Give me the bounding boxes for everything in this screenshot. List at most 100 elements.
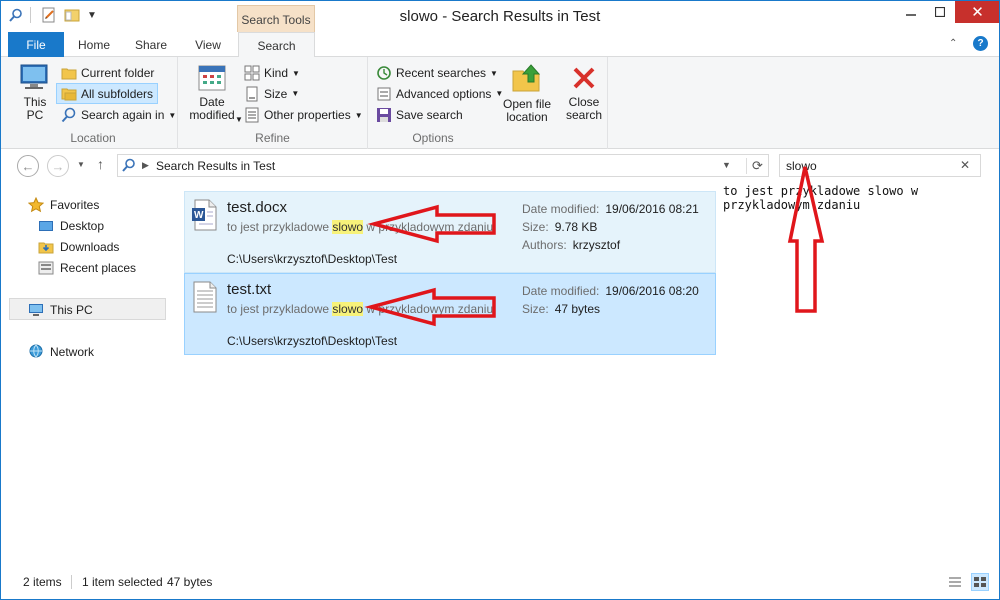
open-file-location-label: Open file location <box>502 97 552 124</box>
kind-button[interactable]: Kind ▼ <box>244 63 300 83</box>
close-search-button[interactable]: Close search <box>562 63 606 122</box>
nav-item-recent-places[interactable]: Recent places <box>38 260 136 276</box>
tab-search[interactable]: Search <box>238 32 315 58</box>
search-box[interactable]: slowo ✕ <box>779 154 981 177</box>
file-name[interactable]: test.docx <box>227 199 287 216</box>
explorer-window: ▼ Search Tools slowo - Search Results in… <box>0 0 1000 600</box>
dropdown-arrow-icon: ▼ <box>490 68 498 78</box>
file-name[interactable]: test.txt <box>227 281 271 298</box>
size-label: Size <box>264 86 288 101</box>
dropdown-arrow-icon: ▼ <box>291 89 300 98</box>
other-properties-button[interactable]: Other properties ▼ <box>244 105 363 125</box>
list-item[interactable]: W test.docx to jest przykladowe slowo w … <box>184 191 716 273</box>
size-button[interactable]: Size ▼ <box>244 83 299 104</box>
meta-value: 19/06/2016 08:21 <box>605 202 699 216</box>
snippet-highlight: slowo <box>332 220 364 234</box>
dropdown-arrow-icon: ▼ <box>235 115 243 124</box>
close-button[interactable]: ✕ <box>955 1 999 23</box>
selected-size: 47 bytes <box>167 575 213 589</box>
snippet-highlight: slowo <box>332 302 364 316</box>
up-button[interactable]: ↑ <box>97 156 104 172</box>
date-modified-label: Date modified <box>189 95 235 122</box>
nav-item-favorites[interactable]: Favorites <box>27 196 100 213</box>
tab-view[interactable]: View <box>181 32 235 57</box>
meta-label: Size: <box>522 220 549 234</box>
meta-value: krzysztof <box>572 238 621 252</box>
ribbon-collapse-icon[interactable]: ⌃ <box>949 38 957 49</box>
this-pc-button[interactable]: This PC <box>15 63 55 122</box>
maximize-button[interactable] <box>926 1 954 23</box>
open-folder-icon <box>512 64 541 92</box>
this-pc-label: This PC <box>23 95 47 122</box>
kind-label: Kind <box>264 66 289 80</box>
search-again-icon <box>61 107 77 123</box>
back-button[interactable]: ← <box>17 155 39 177</box>
tab-share[interactable]: Share <box>123 32 179 57</box>
minimize-button[interactable] <box>897 1 925 23</box>
nav-item-downloads[interactable]: Downloads <box>38 239 119 255</box>
snippet-text: w przykladowym zdaniu <box>363 220 494 234</box>
large-icons-view-icon[interactable] <box>971 573 989 591</box>
date-modified-button[interactable]: Date modified ▼ <box>182 63 243 124</box>
nav-label: Network <box>50 345 95 359</box>
advanced-options-button[interactable]: Advanced options ▼ <box>376 83 503 104</box>
address-bar[interactable]: ▶ Search Results in Test ▼ ⟳ <box>117 154 769 177</box>
search-again-in-button[interactable]: Search again in ▼ <box>58 105 179 125</box>
close-search-icon <box>573 67 595 89</box>
snippet: to jest przykladowe slowo w przykladowym… <box>227 302 493 316</box>
title-bar <box>1 1 999 32</box>
downloads-folder-icon <box>38 239 54 255</box>
location-group-label: Location <box>70 131 116 145</box>
item-count: 2 items <box>23 575 62 589</box>
meta-label: Size: <box>522 302 549 316</box>
search-input[interactable]: slowo <box>786 159 817 173</box>
authors-meta: Authors: krzysztof <box>522 238 620 252</box>
date-modified-meta: Date modified: 19/06/2016 08:20 <box>522 284 699 298</box>
all-subfolders-button[interactable]: All subfolders <box>56 83 159 104</box>
location-group: This PC Current folder All subfolders Se… <box>9 57 178 149</box>
refresh-icon[interactable]: ⟳ <box>746 158 768 174</box>
nav-label: Favorites <box>50 198 100 212</box>
address-path: Search Results in Test <box>156 159 276 173</box>
meta-label: Date modified: <box>522 202 600 216</box>
properties-icon[interactable] <box>40 6 58 24</box>
details-view-icon[interactable] <box>947 574 963 590</box>
ribbon: This PC Current folder All subfolders Se… <box>1 57 999 149</box>
open-file-location-button[interactable]: Open file location <box>498 63 556 124</box>
file-path: C:\Users\krzysztof\Desktop\Test <box>227 252 398 266</box>
search-again-in-label: Search again in <box>81 108 165 122</box>
current-folder-button[interactable]: Current folder <box>58 63 157 83</box>
nav-item-network[interactable]: Network <box>28 344 94 360</box>
save-icon <box>376 107 392 123</box>
search-icon[interactable] <box>7 6 25 24</box>
dropdown-arrow-icon: ▼ <box>292 68 300 78</box>
close-search-label: Close search <box>565 95 603 122</box>
size-meta: Size: 47 bytes <box>522 302 600 316</box>
recent-searches-button[interactable]: Recent searches ▼ <box>376 63 498 83</box>
refine-group: Date modified ▼ Kind ▼ Size ▼ Other prop… <box>178 57 368 149</box>
search-tools-group-label: Search Tools <box>237 5 315 33</box>
nav-item-this-pc[interactable]: This PC <box>28 302 93 318</box>
other-properties-label: Other properties <box>264 108 351 122</box>
list-item[interactable]: test.txt to jest przykladowe slowo w prz… <box>184 273 716 355</box>
preview-pane-text: to jest przykladowe slowo w przykladowym… <box>723 184 919 212</box>
nav-item-desktop[interactable]: Desktop <box>38 218 104 234</box>
search-results-icon <box>122 158 136 175</box>
save-search-button[interactable]: Save search <box>376 105 463 125</box>
nav-label: Downloads <box>60 240 120 254</box>
help-icon[interactable]: ? <box>973 36 988 51</box>
recent-locations-icon[interactable]: ▼ <box>77 160 85 169</box>
meta-value: 19/06/2016 08:20 <box>605 284 699 298</box>
file-path: C:\Users\krzysztof\Desktop\Test <box>227 334 398 348</box>
dropdown-arrow-icon: ▼ <box>354 110 363 120</box>
tab-home[interactable]: Home <box>67 32 121 57</box>
new-folder-icon[interactable] <box>63 6 81 24</box>
breadcrumb-chevron-icon[interactable]: ▶ <box>142 160 149 171</box>
address-dropdown-icon[interactable]: ▼ <box>722 160 731 170</box>
qat-customize-icon[interactable]: ▼ <box>83 6 101 24</box>
clear-search-icon[interactable]: ✕ <box>960 158 970 172</box>
forward-button[interactable]: → <box>47 155 69 177</box>
recent-searches-label: Recent searches <box>396 66 487 80</box>
dropdown-arrow-icon: ▼ <box>168 110 177 120</box>
tab-file[interactable]: File <box>8 32 64 57</box>
